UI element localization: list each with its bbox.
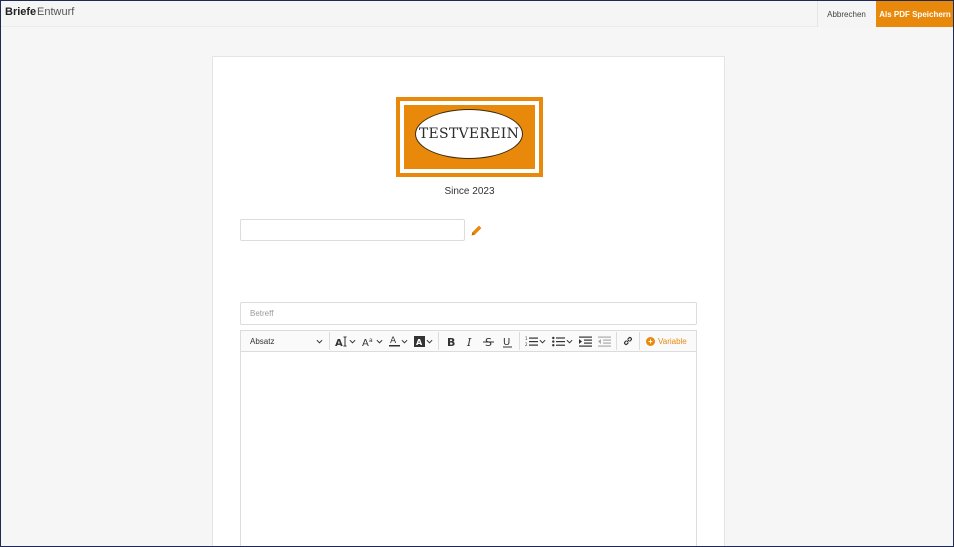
highlight-icon: A (414, 335, 425, 347)
outdent-icon (598, 336, 611, 347)
numbered-list-button[interactable]: 1 2 (522, 331, 549, 351)
indent-button[interactable] (576, 331, 595, 351)
highlight-button[interactable]: A (411, 331, 436, 351)
letter-body-editor[interactable] (240, 352, 697, 546)
strikethrough-icon: S (483, 336, 494, 348)
svg-text:A: A (416, 338, 423, 347)
toolbar-divider (519, 332, 520, 350)
letter-page: TESTVEREIN Since 2023 Absatz A (212, 56, 725, 546)
logo-text: TESTVEREIN (418, 126, 520, 142)
font-color-button[interactable]: A (386, 331, 411, 351)
outdent-button[interactable] (595, 331, 614, 351)
font-family-icon: A a (362, 337, 373, 347)
toolbar-divider (329, 332, 330, 350)
svg-text:A: A (390, 336, 397, 346)
underline-button[interactable]: U (498, 331, 517, 351)
save-pdf-button[interactable]: Als PDF Speichern (876, 1, 953, 27)
chevron-down-icon (539, 339, 546, 344)
app-window: Briefe Entwurf Abbrechen Als PDF Speiche… (0, 0, 954, 547)
recipient-input[interactable] (240, 219, 465, 241)
font-size-icon: A (335, 336, 347, 347)
font-color-icon: A (389, 336, 400, 347)
svg-text:A: A (362, 338, 369, 347)
svg-text:U: U (503, 337, 510, 348)
link-button[interactable] (619, 331, 637, 351)
bullet-list-button[interactable] (549, 331, 576, 351)
logo-ellipse: TESTVEREIN (415, 109, 523, 159)
strikethrough-button[interactable]: S (479, 331, 498, 351)
paragraph-format-select[interactable]: Absatz (241, 331, 327, 351)
italic-button[interactable]: I (460, 331, 479, 351)
cancel-button[interactable]: Abbrechen (817, 1, 875, 27)
club-logo: TESTVEREIN (396, 97, 543, 177)
chevron-down-icon (566, 339, 573, 344)
since-text: Since 2023 (444, 186, 495, 197)
paragraph-format-value: Absatz (250, 336, 275, 346)
subject-input[interactable] (240, 302, 697, 325)
indent-icon (579, 336, 592, 347)
svg-text:1: 1 (525, 336, 528, 341)
font-family-button[interactable]: A a (359, 331, 386, 351)
app-title: Briefe (5, 6, 37, 18)
plus-circle-icon: + (646, 336, 655, 346)
insert-variable-button[interactable]: + Variable (642, 331, 691, 351)
bold-icon: B (447, 336, 455, 348)
chevron-down-icon (426, 339, 433, 344)
chevron-down-icon (349, 339, 356, 344)
svg-text:2: 2 (525, 342, 528, 347)
page-subtitle: Entwurf (37, 6, 75, 18)
insert-variable-label: Variable (658, 336, 687, 346)
svg-text:a: a (369, 337, 373, 344)
toolbar-divider (438, 332, 439, 350)
bold-button[interactable]: B (441, 331, 460, 351)
italic-icon: I (466, 336, 472, 348)
chevron-down-icon (376, 339, 383, 344)
bullet-list-icon (552, 336, 565, 346)
pencil-icon[interactable] (470, 224, 483, 237)
chevron-down-icon (401, 339, 408, 344)
numbered-list-icon: 1 2 (525, 336, 538, 347)
top-bar: Briefe Entwurf Abbrechen Als PDF Speiche… (1, 1, 953, 27)
toolbar-divider (639, 332, 640, 350)
toolbar-divider (616, 332, 617, 350)
link-icon (623, 336, 633, 346)
svg-text:A: A (335, 338, 343, 347)
editor-toolbar: Absatz A A a A A B I S U 1 2 + Variable (240, 330, 697, 352)
underline-icon: U (503, 337, 512, 348)
font-size-button[interactable]: A (332, 331, 359, 351)
svg-text:B: B (447, 336, 455, 348)
svg-text:I: I (466, 336, 472, 348)
chevron-down-icon (316, 339, 323, 344)
